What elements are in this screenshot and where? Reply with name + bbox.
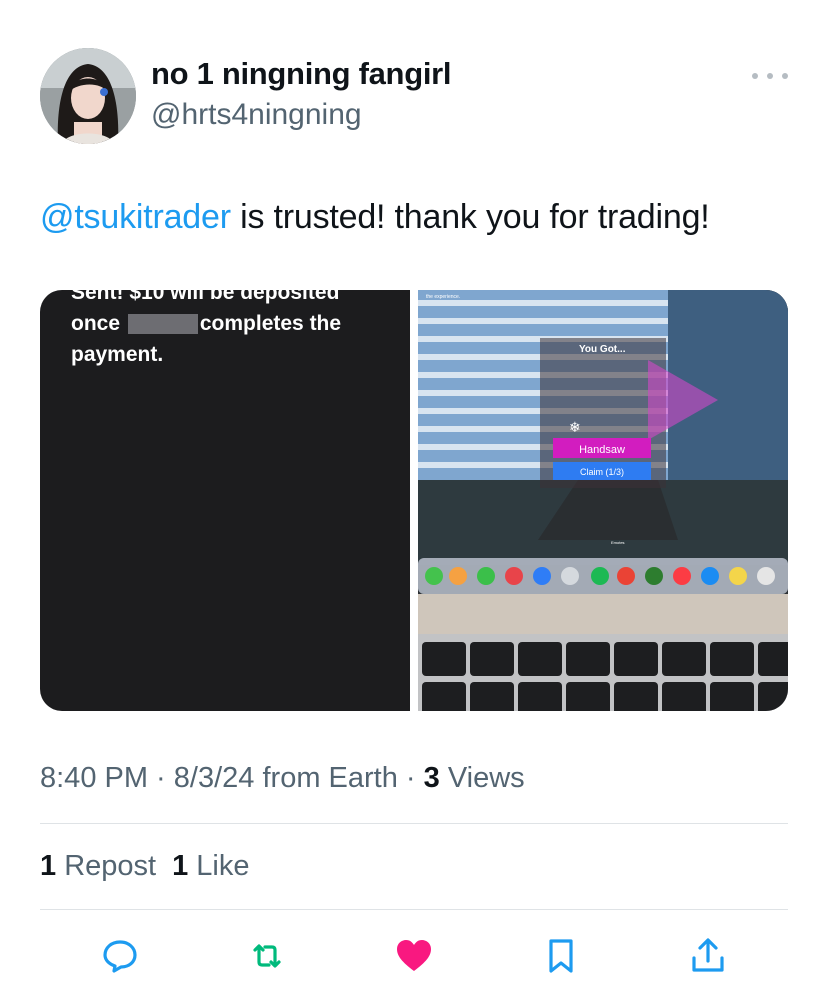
tweet-body: is trusted! thank you for trading! xyxy=(230,198,710,236)
payment-notice-line3: payment. xyxy=(71,343,164,366)
dot xyxy=(782,73,788,79)
tweet-text: @tsukitrader is trusted! thank you for t… xyxy=(40,198,710,237)
payment-notice-once: once xyxy=(71,312,121,335)
laptop-photo: You Got... the experience. ❄ Handsaw Cla… xyxy=(418,290,788,711)
media-image-laptop-photo[interactable]: You Got... the experience. ❄ Handsaw Cla… xyxy=(418,290,788,711)
payment-notice-completes: completes the xyxy=(199,312,342,335)
views-count: 3 xyxy=(423,762,440,794)
author-display-name[interactable]: no 1 ningning fangirl xyxy=(151,56,452,92)
top-text: the experience. xyxy=(426,294,460,300)
more-options-icon[interactable] xyxy=(752,62,788,90)
engagement-stats: 1 Repost 1 Like xyxy=(40,850,250,883)
mention-link[interactable]: @tsukitrader xyxy=(40,198,231,236)
divider xyxy=(40,909,788,910)
reply-icon[interactable] xyxy=(100,936,140,976)
views-label: Views xyxy=(439,762,525,794)
snowflake-icon: ❄ xyxy=(569,419,581,435)
reposts-stat[interactable]: 1 Repost xyxy=(40,850,156,882)
payment-notice-line2: once completes the xyxy=(71,312,341,336)
media-image-payment-screenshot[interactable]: Sent! $10 will be deposited once complet… xyxy=(40,290,410,711)
share-icon[interactable] xyxy=(688,936,728,976)
tweet-meta: 8:40 PM · 8/3/24 from Earth · 3 Views xyxy=(40,762,525,795)
meta-separator: · xyxy=(397,762,424,794)
author-handle[interactable]: @hrts4ningning xyxy=(151,98,362,132)
profile-photo-icon xyxy=(40,48,136,144)
reposts-count: 1 xyxy=(40,850,57,882)
reposts-label: Repost xyxy=(56,850,157,882)
emotes-label: Emotes xyxy=(611,540,625,545)
like-icon[interactable] xyxy=(394,936,434,976)
repost-icon[interactable] xyxy=(247,936,287,976)
tweet-time[interactable]: 8:40 PM xyxy=(40,762,148,794)
payment-notice-line1: Sent! $10 will be deposited xyxy=(71,290,340,304)
tweet-date[interactable]: 8/3/24 xyxy=(174,762,255,794)
bookmark-icon[interactable] xyxy=(541,936,581,976)
item-name: Handsaw xyxy=(579,444,625,456)
media-grid: Sent! $10 will be deposited once complet… xyxy=(40,290,788,711)
divider xyxy=(40,823,788,824)
redacted-name xyxy=(127,314,198,335)
claim-button: Claim (1/3) xyxy=(580,467,624,477)
likes-stat[interactable]: 1 Like xyxy=(172,850,249,882)
dot xyxy=(752,73,758,79)
avatar[interactable] xyxy=(40,48,136,144)
dot xyxy=(767,73,773,79)
meta-separator: · xyxy=(148,762,174,794)
likes-label: Like xyxy=(188,850,250,882)
tweet-source: from Earth xyxy=(254,762,398,794)
action-bar xyxy=(0,928,828,984)
popup-title: You Got... xyxy=(579,344,626,355)
likes-count: 1 xyxy=(172,850,189,882)
